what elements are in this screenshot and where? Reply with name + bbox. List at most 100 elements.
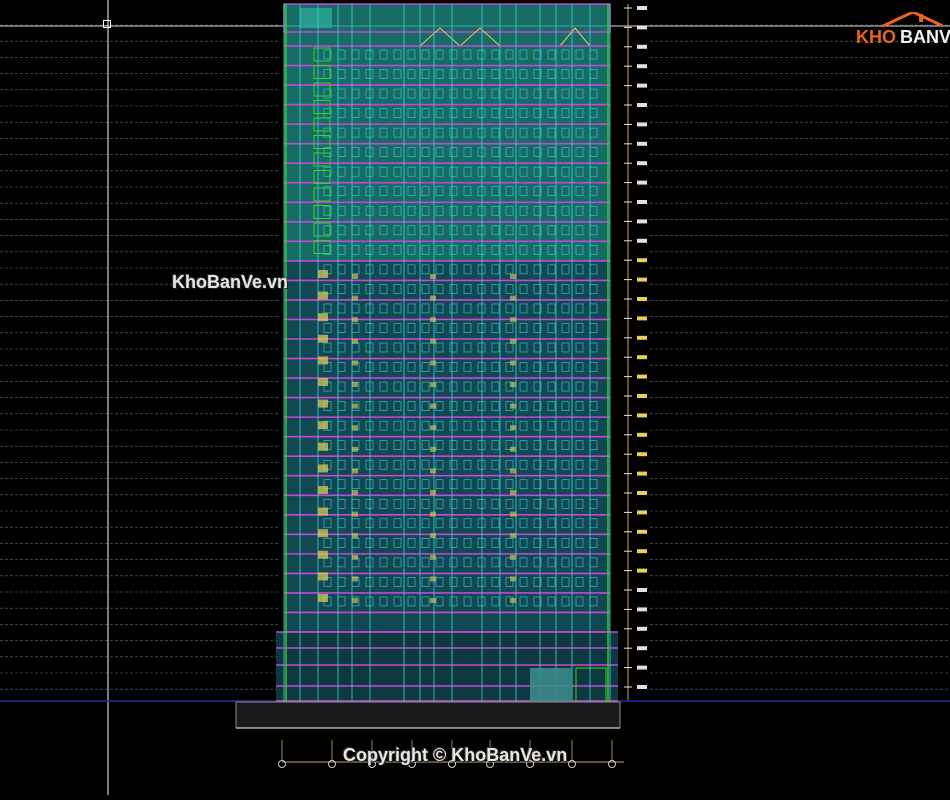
room-accent [430,468,436,474]
level-tag [637,413,647,418]
level-tag [637,25,647,30]
roof-block [300,8,332,28]
room-accent [510,403,516,409]
room-accent [510,425,516,431]
room-accent [352,554,358,560]
room-accent [510,490,516,495]
level-tag [637,626,647,631]
room-accent [352,490,358,495]
room-accent [510,446,516,452]
level-tag [637,432,647,437]
room-accent [352,360,358,366]
level-tag [637,103,647,107]
stair-accent [318,399,328,408]
level-tag [637,374,647,379]
stair-accent [318,291,328,300]
level-tag [637,64,647,69]
watermark-middle: KhoBanVe.vn [172,272,289,292]
room-accent [510,576,516,582]
level-tag [637,549,647,554]
facade-middle [284,262,610,632]
basement [235,701,621,729]
stair-accent [318,550,328,559]
stair-accent [318,594,328,602]
room-accent [430,295,436,301]
level-tag [637,568,647,573]
level-tag [637,491,647,495]
room-accent [352,317,358,323]
logo-text-kho: KHO [856,27,896,47]
room-accent [352,533,358,539]
room-accent [510,511,516,517]
level-tag [637,161,647,166]
level-tag [637,355,647,360]
room-accent [430,511,436,517]
level-tag [637,685,647,689]
stair-accent [318,486,328,494]
level-tag [637,200,647,204]
room-accent [430,446,436,452]
room-accent [430,425,436,431]
room-accent [430,403,436,409]
room-accent [510,274,516,279]
logo-text-banve: BANVE [900,27,950,47]
level-tag [637,297,647,301]
stair-accent [318,421,328,430]
room-accent [430,533,436,539]
level-tag [637,588,647,592]
stair-accent [318,378,328,386]
room-accent [510,554,516,560]
room-accent [352,468,358,474]
level-tag [637,316,647,321]
room-accent [430,576,436,582]
room-accent [430,382,436,387]
stair-accent [318,334,328,343]
level-tag [637,44,647,49]
lobby-panel [530,668,572,702]
stair-accent [318,507,328,516]
watermark-bottom: Copyright © KhoBanVe.vn [343,745,568,765]
level-tag [637,394,647,398]
room-accent [352,382,358,387]
level-tag [637,258,647,263]
level-tag [637,219,647,224]
level-tag [637,141,647,146]
room-accent [430,598,436,603]
facade-upper [284,4,610,262]
room-accent [510,317,516,323]
room-accent [430,490,436,495]
room-accent [430,360,436,366]
room-accent [352,598,358,603]
stair-accent [318,572,328,581]
level-tag [637,335,647,340]
level-tag [637,529,647,534]
stair-accent [318,464,328,473]
level-tag [637,180,647,185]
crosshair-icon [103,20,111,28]
cad-viewport[interactable]: KhoBanVe.vn Copyright © KhoBanVe.vn KHO … [0,0,950,795]
level-tag [637,510,647,515]
room-accent [510,338,516,344]
stair-accent [318,529,328,538]
room-accent [510,468,516,474]
room-accent [352,576,358,582]
level-tag [637,238,647,243]
room-accent [352,274,358,279]
level-tag [637,471,647,476]
room-accent [430,554,436,560]
level-tag [637,83,647,88]
stair-accent [318,270,328,278]
level-tag [637,665,647,670]
level-tag [637,646,647,651]
room-accent [510,533,516,539]
level-tag [637,452,647,457]
room-accent [352,295,358,301]
room-accent [352,511,358,517]
room-accent [352,446,358,452]
room-accent [352,403,358,409]
room-accent [510,295,516,301]
level-tag [637,607,647,612]
room-accent [510,598,516,603]
stair-accent [318,313,328,322]
level-tag [637,6,647,10]
